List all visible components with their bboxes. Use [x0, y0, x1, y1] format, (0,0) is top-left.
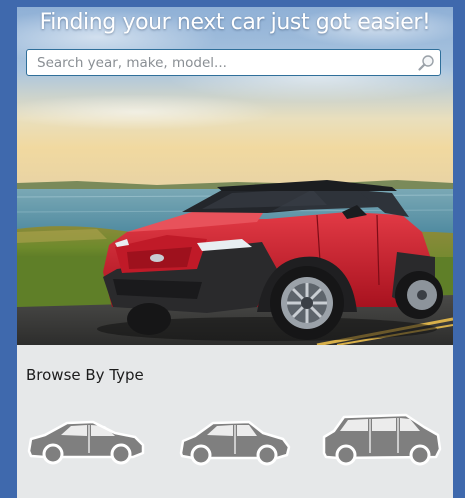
hatchback-icon — [179, 420, 291, 466]
type-suv-button[interactable] — [320, 409, 444, 469]
browse-title: Browse By Type — [26, 366, 144, 384]
page-frame: Finding your next car just got easier! B… — [0, 0, 465, 498]
suv-icon — [322, 413, 442, 466]
browse-by-type-section: Browse By Type — [17, 345, 453, 498]
hero-headline: Finding your next car just got easier! — [39, 10, 431, 35]
type-sedan-button[interactable] — [25, 409, 147, 469]
search-icon[interactable] — [417, 54, 435, 72]
search-box[interactable] — [26, 49, 441, 76]
type-hatchback-button[interactable] — [177, 409, 292, 469]
content-panel: Finding your next car just got easier! B… — [17, 7, 453, 498]
sedan-icon — [27, 420, 145, 465]
search-input[interactable] — [27, 50, 417, 75]
hero-banner: Finding your next car just got easier! — [17, 7, 453, 345]
